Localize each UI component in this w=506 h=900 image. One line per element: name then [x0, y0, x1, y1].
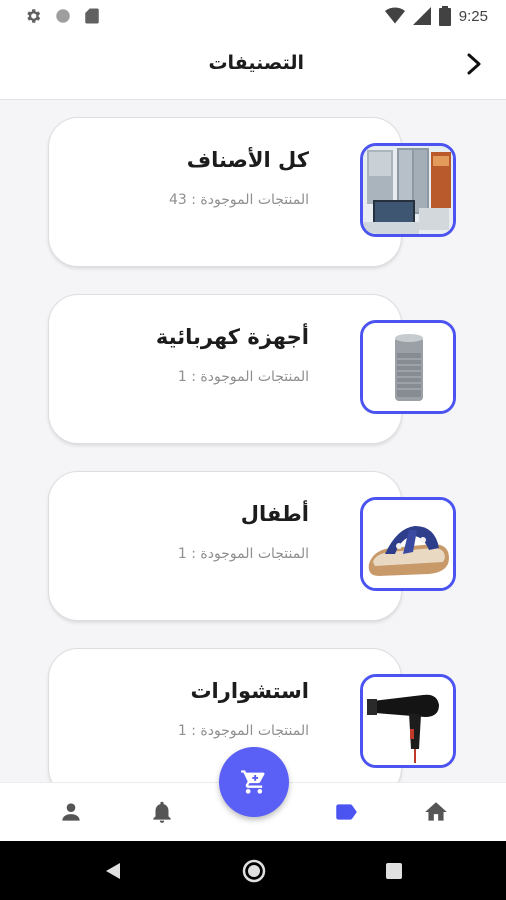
- home-icon: [425, 802, 447, 821]
- chevron-right-icon: [467, 53, 481, 75]
- recents-square-icon[interactable]: [385, 862, 403, 880]
- system-nav-bar: [0, 841, 506, 900]
- hair-dryer-image[interactable]: [360, 674, 456, 768]
- category-count: المنتجات الموجودة : 1: [177, 546, 309, 562]
- back-triangle-icon[interactable]: [104, 861, 122, 881]
- app-bar: التصنيفات: [0, 32, 506, 100]
- nav-home[interactable]: [423, 799, 449, 825]
- category-card[interactable]: كل الأصناف المنتجات الموجودة : 43: [48, 117, 402, 267]
- nav-categories[interactable]: [333, 799, 359, 825]
- nav-profile[interactable]: [58, 799, 84, 825]
- sd-card-icon: [85, 8, 99, 24]
- category-name: استشوارات: [190, 679, 309, 703]
- category-list[interactable]: كل الأصناف المنتجات الموجودة : 43 أجهزة …: [0, 100, 506, 782]
- speaker-image[interactable]: [360, 320, 456, 414]
- profile-icon: [62, 803, 80, 821]
- signal-icon: [412, 7, 431, 25]
- category-card[interactable]: أجهزة كهربائية المنتجات الموجودة : 1: [48, 294, 402, 444]
- category-name: أطفال: [240, 502, 309, 526]
- label-icon: [336, 804, 357, 820]
- cart-icon: [241, 770, 265, 794]
- category-count: المنتجات الموجودة : 43: [168, 192, 309, 208]
- gear-icon: [27, 9, 41, 23]
- category-name: كل الأصناف: [186, 148, 309, 172]
- status-bar: 9:25: [0, 0, 506, 32]
- category-card[interactable]: أطفال المنتجات الموجودة : 1: [48, 471, 402, 621]
- sandal-image[interactable]: [360, 497, 456, 591]
- home-circle-icon[interactable]: [241, 858, 267, 884]
- circle-icon: [56, 9, 70, 23]
- bell-icon: [153, 801, 171, 823]
- cart-button[interactable]: [219, 747, 289, 817]
- appliances-image[interactable]: [360, 143, 456, 237]
- wifi-icon: [384, 7, 405, 24]
- page-title: التصنيفات: [208, 52, 304, 74]
- battery-icon: [438, 6, 451, 26]
- category-name: أجهزة كهربائية: [155, 325, 309, 349]
- back-button[interactable]: [460, 50, 488, 78]
- status-time: 9:25: [458, 7, 488, 25]
- category-count: المنتجات الموجودة : 1: [177, 369, 309, 385]
- nav-notifications[interactable]: [149, 799, 175, 825]
- category-count: المنتجات الموجودة : 1: [177, 723, 309, 739]
